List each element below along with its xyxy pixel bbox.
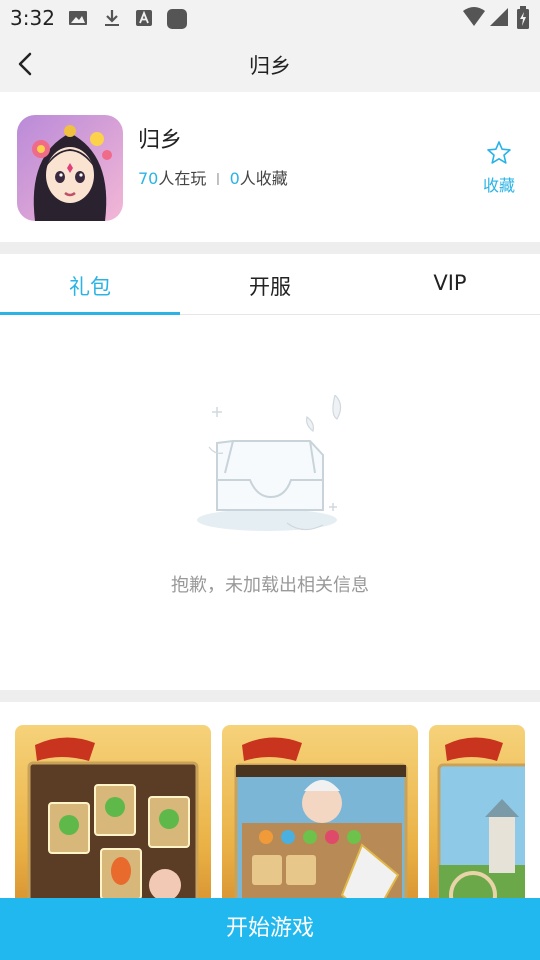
- star-icon: [487, 141, 511, 164]
- game-screenshot[interactable]: [429, 725, 525, 898]
- cell-signal-icon: [488, 6, 510, 32]
- game-screenshot[interactable]: [15, 725, 211, 898]
- start-game-button[interactable]: 开始游戏: [0, 898, 540, 960]
- tab-server-open[interactable]: 开服: [180, 254, 360, 314]
- section-divider: [0, 242, 540, 254]
- game-header: 归乡 70人在玩 丨 0人收藏 收藏: [0, 92, 540, 242]
- game-screenshot-image: [234, 737, 408, 898]
- game-icon[interactable]: [17, 115, 123, 221]
- empty-state: 抱歉，未加载出相关信息: [0, 315, 540, 690]
- favorites-count: 0: [229, 169, 240, 188]
- game-screenshot-image: [27, 737, 199, 898]
- image-notification-icon: [68, 8, 88, 32]
- game-title: 归乡: [138, 128, 183, 153]
- section-divider: [0, 690, 540, 702]
- tab-bar: 礼包 开服 VIP: [0, 254, 540, 315]
- favorite-label: 收藏: [482, 176, 515, 195]
- favorites-label: 人收藏: [239, 169, 288, 188]
- game-screenshot[interactable]: [222, 725, 418, 898]
- empty-box-icon: [197, 395, 342, 531]
- font-notification-icon: [134, 8, 154, 32]
- tab-gifts[interactable]: 礼包: [0, 254, 180, 315]
- game-character-artwork: [17, 115, 123, 221]
- status-time: 3:32: [10, 6, 55, 30]
- battery-charging-icon: [516, 6, 530, 34]
- page-title: 归乡: [249, 54, 291, 78]
- empty-message: 抱歉，未加载出相关信息: [171, 575, 369, 596]
- game-screenshot-image: [437, 737, 525, 898]
- screenshot-carousel[interactable]: [0, 702, 540, 898]
- wifi-icon: [462, 6, 486, 32]
- favorite-button[interactable]: 收藏: [478, 140, 520, 200]
- app-bar: 归乡: [0, 36, 540, 92]
- players-count: 70: [138, 169, 159, 188]
- stats-separator: 丨: [211, 173, 225, 188]
- game-stats: 70人在玩 丨 0人收藏: [138, 165, 288, 189]
- status-bar: 3:32: [0, 0, 540, 36]
- tab-vip[interactable]: VIP: [360, 254, 540, 314]
- download-notification-icon: [102, 8, 122, 32]
- players-label: 人在玩: [158, 169, 207, 188]
- app-notification-icon: [166, 8, 188, 34]
